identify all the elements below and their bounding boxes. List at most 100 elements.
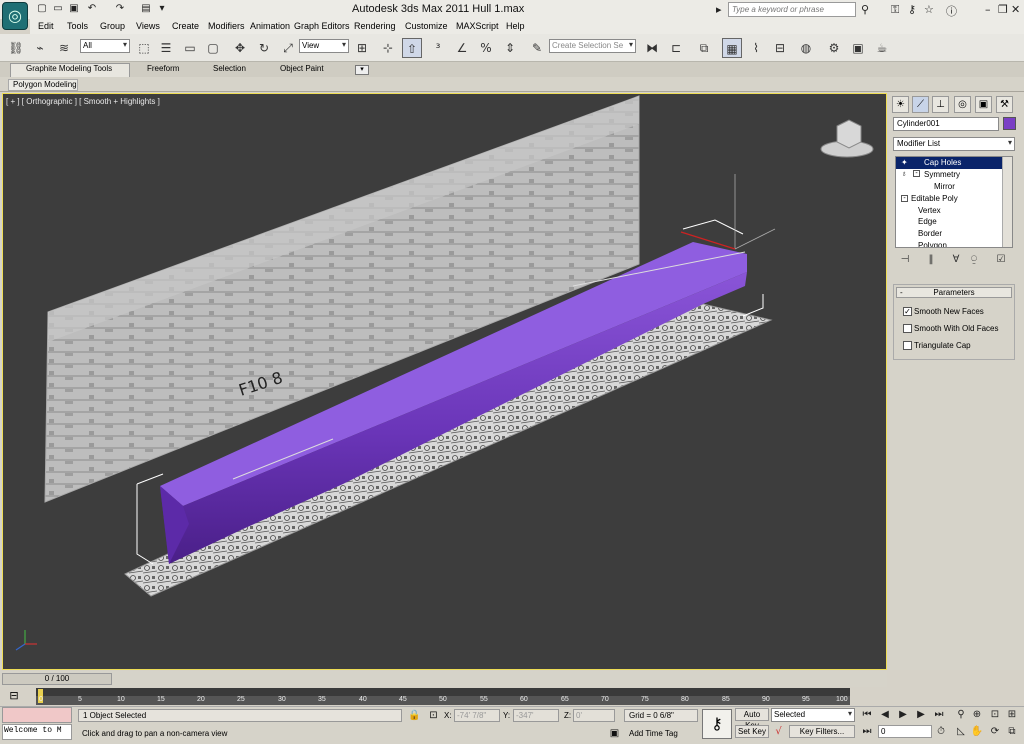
viewport-orthographic[interactable]: F10 8 xyxy=(2,93,887,670)
align-icon[interactable]: ⊏ xyxy=(666,38,686,58)
maxscript-listener[interactable]: Welcome to M xyxy=(2,724,72,740)
pivot-center-icon[interactable]: ⊞ xyxy=(352,38,372,58)
menu-rendering[interactable]: Rendering xyxy=(354,21,396,31)
ribbon-tab-object-paint[interactable]: Object Paint xyxy=(280,64,324,73)
menu-tools[interactable]: Tools xyxy=(67,21,88,31)
zoom-icon[interactable]: ⚲ xyxy=(954,708,968,722)
menu-edit[interactable]: Edit xyxy=(38,21,54,31)
zoom-all-icon[interactable]: ⊕ xyxy=(970,708,984,722)
lock-selection-icon[interactable]: 🔒 xyxy=(408,710,420,721)
object-name-field[interactable]: Cylinder001 xyxy=(893,117,999,131)
window-crossing-icon[interactable]: ▢ xyxy=(203,38,223,58)
menu-animation[interactable]: Animation xyxy=(250,21,290,31)
motion-tab-icon[interactable]: ◎ xyxy=(954,96,971,113)
redo-icon[interactable]: ↷ xyxy=(114,3,126,15)
smooth-with-old-faces-checkbox[interactable] xyxy=(903,324,912,333)
open-file-icon[interactable]: ▭ xyxy=(52,3,64,15)
show-end-result-icon[interactable]: ‖ xyxy=(923,254,939,268)
mini-curve-editor-icon[interactable]: ⊟ xyxy=(3,689,25,703)
menu-graph-editors[interactable]: Graph Editors xyxy=(294,21,350,31)
ribbon-options-icon[interactable]: ▾ xyxy=(355,65,369,75)
rollout-collapse-icon[interactable]: - xyxy=(900,288,903,297)
time-tag-icon[interactable]: ▣ xyxy=(609,728,620,739)
restore-icon[interactable]: ❐ xyxy=(998,3,1008,16)
edit-named-selection-icon[interactable]: ✎ xyxy=(527,38,547,58)
time-slider[interactable]: 0 / 100 xyxy=(2,673,112,685)
rendered-frame-window-icon[interactable]: ▣ xyxy=(848,38,868,58)
next-frame-icon[interactable]: ▶ xyxy=(914,708,928,722)
stack-item-editable-poly[interactable]: Editable Poly xyxy=(896,193,1002,205)
hierarchy-tab-icon[interactable]: ⊥ xyxy=(932,96,949,113)
select-by-name-icon[interactable]: ☰ xyxy=(156,38,176,58)
remove-modifier-icon[interactable]: ⍜ xyxy=(966,254,982,268)
key-mode-dropdown[interactable]: Selected xyxy=(771,708,855,722)
menu-help[interactable]: Help xyxy=(506,21,525,31)
field-of-view-icon[interactable]: ◺ xyxy=(954,725,968,739)
pin-stack-icon[interactable]: ⊣ xyxy=(897,254,913,268)
schematic-view-icon[interactable]: ⊟ xyxy=(770,38,790,58)
object-color-swatch[interactable] xyxy=(1003,117,1016,130)
select-and-move-icon[interactable]: ✥ xyxy=(230,38,250,58)
configure-sets-icon[interactable]: ☑ xyxy=(993,254,1009,268)
parameters-rollout-header[interactable]: - Parameters xyxy=(896,287,1012,298)
make-unique-icon[interactable]: ∀ xyxy=(948,254,964,268)
curve-editor-icon[interactable]: ⌇ xyxy=(746,38,766,58)
stack-item-vertex[interactable]: Vertex xyxy=(896,205,1002,217)
undo-icon[interactable]: ↶ xyxy=(86,3,98,15)
triangulate-cap-checkbox[interactable] xyxy=(903,341,912,350)
bulb-icon[interactable]: ✦ xyxy=(901,158,909,167)
binoculars-icon[interactable]: ⚲ xyxy=(861,3,869,16)
app-menu-logo-icon[interactable]: ◎ xyxy=(2,2,28,30)
create-tab-icon[interactable]: ☀ xyxy=(892,96,909,113)
menu-modifiers[interactable]: Modifiers xyxy=(208,21,245,31)
utilities-tab-icon[interactable]: ⚒ xyxy=(996,96,1013,113)
spinner-snap-icon[interactable]: ⇕ xyxy=(500,38,520,58)
help-icon[interactable]: ⓘ xyxy=(946,3,957,19)
modify-tab-icon[interactable]: ⟋ xyxy=(912,96,929,113)
key-filter-graph-icon[interactable]: √ xyxy=(773,726,784,737)
select-and-manipulate-icon[interactable]: ⊹ xyxy=(378,38,398,58)
set-key-button[interactable]: Set Key xyxy=(735,725,769,738)
snaps-toggle-icon[interactable]: ³ xyxy=(428,38,448,58)
pan-view-icon[interactable]: ✋ xyxy=(970,725,984,739)
project-folder-icon[interactable]: ▤ xyxy=(140,3,152,15)
stack-item-polygon[interactable]: Polygon xyxy=(896,240,1002,247)
z-coordinate-field[interactable]: 0' xyxy=(573,709,615,722)
collapse-icon[interactable]: - xyxy=(901,195,908,202)
named-selection-dropdown[interactable]: Create Selection Se xyxy=(549,39,636,53)
maximize-viewport-icon[interactable]: ⧉ xyxy=(1005,725,1019,739)
menu-views[interactable]: Views xyxy=(136,21,160,31)
viewport-label[interactable]: [ + ] [ Orthographic ] [ Smooth + Highli… xyxy=(6,97,160,106)
time-configuration-icon[interactable]: ⏱ xyxy=(934,725,948,739)
y-coordinate-field[interactable]: -347' xyxy=(513,709,559,722)
selection-filter-dropdown[interactable]: All xyxy=(80,39,130,53)
current-frame-field[interactable]: 0 xyxy=(878,725,932,738)
orbit-icon[interactable]: ⟳ xyxy=(988,725,1002,739)
angle-snap-icon[interactable]: ∠ xyxy=(452,38,472,58)
go-to-start-icon[interactable]: ⏮ xyxy=(860,708,874,722)
layer-manager-icon[interactable]: ⧉ xyxy=(694,38,714,58)
menu-customize[interactable]: Customize xyxy=(405,21,448,31)
quick-access-dropdown-icon[interactable]: ▾ xyxy=(156,3,168,15)
search-input[interactable]: Type a keyword or phrase xyxy=(728,2,856,17)
keyboard-shortcut-override-icon[interactable]: ⇧ xyxy=(402,38,422,58)
material-editor-icon[interactable]: ◍ xyxy=(796,38,816,58)
graphite-toggle-icon[interactable]: ▦ xyxy=(722,38,742,58)
percent-snap-icon[interactable]: % xyxy=(476,38,496,58)
select-and-scale-icon[interactable]: ⤢ xyxy=(278,38,298,58)
new-file-icon[interactable]: ▢ xyxy=(36,3,48,15)
ribbon-panel-polygon-modeling[interactable]: Polygon Modeling xyxy=(13,80,77,89)
render-setup-icon[interactable]: ⚙ xyxy=(824,38,844,58)
menu-group[interactable]: Group xyxy=(100,21,125,31)
go-to-end-icon[interactable]: ⏭ xyxy=(932,708,946,722)
play-icon[interactable]: ▶ xyxy=(896,708,910,722)
stack-item-cap-holes[interactable]: Cap Holes xyxy=(896,157,1002,169)
add-time-tag[interactable]: Add Time Tag xyxy=(629,729,678,738)
menu-create[interactable]: Create xyxy=(172,21,199,31)
close-icon[interactable]: ✕ xyxy=(1011,3,1020,16)
ribbon-tab-selection[interactable]: Selection xyxy=(213,64,246,73)
display-tab-icon[interactable]: ▣ xyxy=(975,96,992,113)
save-icon[interactable]: ▣ xyxy=(68,3,80,15)
set-key-mode-key-icon[interactable]: ⚷ xyxy=(702,709,732,739)
select-and-link-icon[interactable]: ⛓ xyxy=(6,38,26,58)
